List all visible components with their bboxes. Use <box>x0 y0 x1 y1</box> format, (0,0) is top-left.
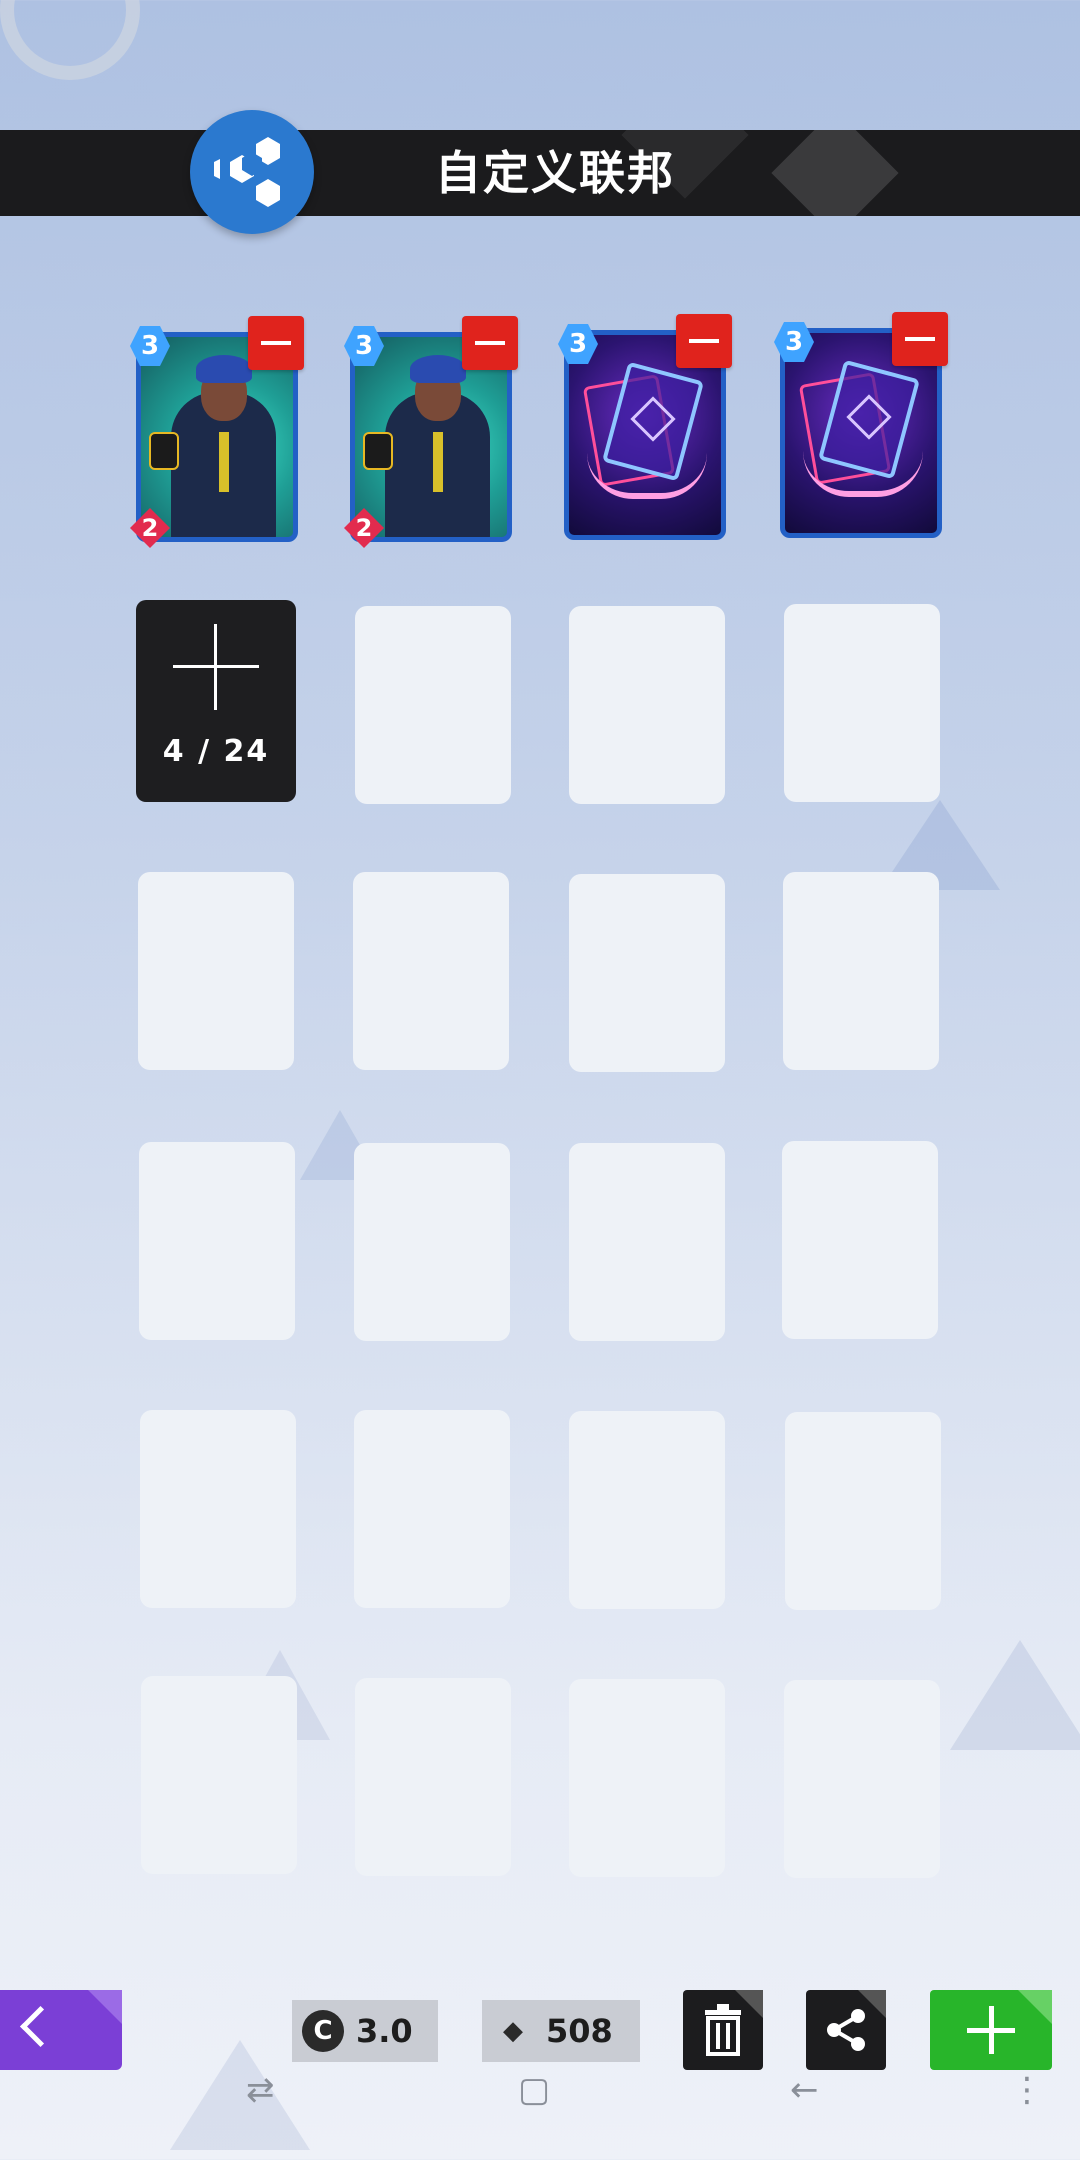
empty-card-slot[interactable] <box>139 1142 295 1340</box>
bg-decoration <box>950 1640 1080 1750</box>
remove-card-button[interactable] <box>892 312 948 366</box>
empty-card-slot[interactable] <box>141 1676 297 1874</box>
recent-apps-nav[interactable]: ⇄ <box>246 2070 275 2110</box>
add-card-slot[interactable]: 4 / 24 <box>136 600 296 802</box>
back-nav[interactable]: ← <box>790 2070 819 2110</box>
empty-card-slot[interactable] <box>784 1680 940 1878</box>
page-title: 自定义联邦 <box>435 146 675 200</box>
button-corner-accent <box>88 1990 122 2024</box>
delete-deck-button[interactable] <box>683 1990 763 2070</box>
home-nav[interactable]: ▢ <box>518 2070 550 2110</box>
deck-card[interactable]: 3 2 <box>130 316 304 548</box>
deck-count: 4 / 24 <box>162 734 270 769</box>
chevron-left-icon <box>19 2005 62 2048</box>
plus-icon-bar <box>173 665 259 668</box>
empty-card-slot[interactable] <box>354 1143 510 1341</box>
share-deck-button[interactable] <box>806 1990 886 2070</box>
empty-card-slot[interactable] <box>569 606 725 804</box>
header-bar: 自定义联邦 <box>0 130 1080 216</box>
button-corner-accent <box>858 1990 886 2018</box>
empty-card-slot[interactable] <box>785 1412 941 1610</box>
empty-card-slot[interactable] <box>138 872 294 1070</box>
empty-card-slot[interactable] <box>569 874 725 1072</box>
remove-card-button[interactable] <box>248 316 304 370</box>
empty-card-slot[interactable] <box>569 1679 725 1877</box>
empty-card-slot[interactable] <box>783 872 939 1070</box>
empty-card-slot[interactable] <box>353 872 509 1070</box>
empty-card-slot[interactable] <box>569 1143 725 1341</box>
loading-spinner <box>0 0 140 80</box>
deck-card[interactable]: 3 <box>558 314 732 540</box>
plus-icon-bar <box>967 2028 1015 2033</box>
back-button[interactable] <box>0 1990 122 2070</box>
empty-card-slot[interactable] <box>355 1678 511 1876</box>
energy-average: 3.0 <box>356 2012 413 2050</box>
remove-card-button[interactable] <box>676 314 732 368</box>
faction-logo <box>190 110 314 234</box>
empty-card-slot[interactable] <box>782 1141 938 1339</box>
energy-icon: C <box>302 2010 344 2052</box>
power-icon: ◆ <box>503 2016 523 2046</box>
menu-nav[interactable]: ⋮ <box>1010 2070 1044 2110</box>
empty-card-slot[interactable] <box>355 606 511 804</box>
energy-stat: C 3.0 <box>292 2000 438 2062</box>
button-corner-accent <box>735 1990 763 2018</box>
empty-card-slot[interactable] <box>354 1410 510 1608</box>
button-corner-accent <box>1018 1990 1052 2024</box>
add-card-button[interactable] <box>930 1990 1052 2070</box>
power-total: 508 <box>546 2012 613 2050</box>
hexagon-molecule-icon <box>214 137 280 207</box>
empty-card-slot[interactable] <box>784 604 940 802</box>
bg-decoration <box>170 2040 310 2150</box>
deck-card[interactable]: 3 2 <box>344 316 518 548</box>
deck-card[interactable]: 3 <box>774 312 948 538</box>
power-stat: ◆ 508 <box>482 2000 640 2062</box>
remove-card-button[interactable] <box>462 316 518 370</box>
empty-card-slot[interactable] <box>569 1411 725 1609</box>
empty-card-slot[interactable] <box>140 1410 296 1608</box>
